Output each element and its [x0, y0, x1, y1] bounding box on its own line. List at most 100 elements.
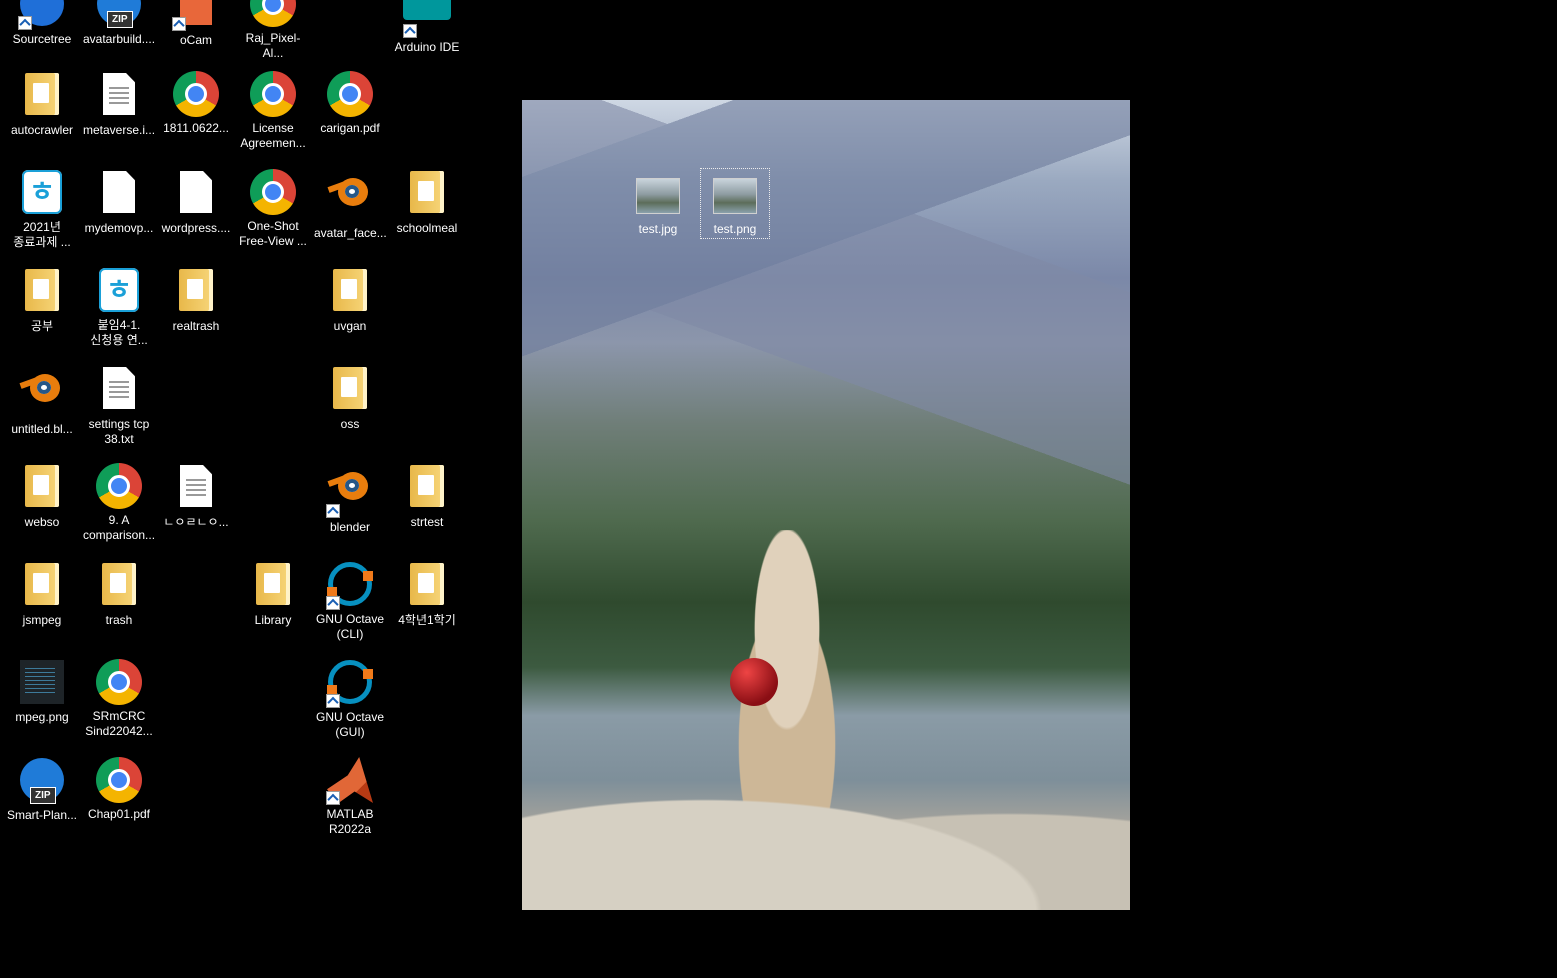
- icon-label: 2021년 종료과제 ...: [13, 220, 71, 249]
- icon-label: blender: [329, 520, 371, 534]
- document-icon: [95, 73, 143, 121]
- folder-icon: [18, 73, 66, 121]
- blender-shortcut[interactable]: blender: [313, 462, 387, 535]
- zip-icon: ZIP: [95, 0, 143, 30]
- icon-label: MATLAB R2022a: [326, 807, 374, 836]
- folder-icon: [18, 269, 66, 317]
- octave-gui-shortcut[interactable]: GNU Octave (GUI): [313, 658, 387, 740]
- arduino-icon: [403, 0, 451, 38]
- avatar-face-blend[interactable]: avatar_face...: [313, 168, 387, 241]
- wallpaper-image: [522, 100, 1130, 910]
- icon-label: Library: [254, 613, 292, 627]
- strtest-folder[interactable]: strtest: [390, 462, 464, 530]
- semester-folder[interactable]: 4학년1학기: [390, 560, 464, 628]
- icon-label: Chap01.pdf: [87, 807, 151, 821]
- jsmpeg-folder[interactable]: jsmpeg: [5, 560, 79, 628]
- icon-label: oss: [340, 417, 360, 431]
- mpeg-png-file[interactable]: mpeg.png: [5, 658, 79, 725]
- realtrash-folder[interactable]: realtrash: [159, 266, 233, 334]
- license-agreement-pdf[interactable]: License Agreemen...: [236, 70, 310, 151]
- folder-icon: [172, 269, 220, 317]
- icon-label: 공부: [30, 319, 54, 333]
- folder-icon: [403, 171, 451, 219]
- chrome-icon: [95, 757, 143, 805]
- icon-label: mydemovp...: [84, 221, 154, 235]
- chap01-pdf[interactable]: Chap01.pdf: [82, 756, 156, 822]
- hwp-attach-file[interactable]: ㅎ 붙임4-1. 신청용 연...: [82, 266, 156, 348]
- document-icon: [172, 171, 220, 219]
- icon-label: carigan.pdf: [320, 121, 380, 135]
- arduino-ide-shortcut[interactable]: Arduino IDE: [390, 0, 464, 55]
- icon-label: 9. A comparison...: [83, 513, 156, 542]
- settings-tcp-file[interactable]: settings tcp 38.txt: [82, 364, 156, 447]
- folder-icon: [326, 367, 374, 415]
- text-file-icon: [95, 367, 143, 415]
- icon-label: realtrash: [172, 319, 220, 333]
- korean-txt-file[interactable]: ㄴㅇㄹㄴㅇ...: [159, 462, 233, 530]
- test-png-file[interactable]: test.png: [700, 168, 770, 239]
- wordpress-file[interactable]: wordpress....: [159, 168, 233, 236]
- octave-icon: [326, 660, 374, 708]
- folder-icon: [403, 563, 451, 611]
- icon-label: schoolmeal: [396, 221, 458, 235]
- raj-pixel-pdf[interactable]: Raj_Pixel-Al...: [236, 0, 310, 61]
- octave-cli-shortcut[interactable]: GNU Octave (CLI): [313, 560, 387, 642]
- folder-icon: [403, 465, 451, 513]
- hwp-icon: ㅎ: [95, 268, 143, 316]
- mountain-background: [522, 100, 1130, 520]
- icon-label: GNU Octave (CLI): [315, 612, 384, 641]
- icon-label: avatarbuild....: [83, 32, 156, 46]
- folder-icon: [18, 465, 66, 513]
- icon-label: metaverse.i...: [83, 123, 156, 137]
- untitled-blend-file[interactable]: untitled.bl...: [5, 364, 79, 437]
- icon-label: Arduino IDE: [394, 40, 460, 54]
- blender-icon: [18, 372, 66, 420]
- icon-label: strtest: [410, 515, 444, 529]
- icon-label: 1811.0622...: [163, 121, 229, 135]
- rock-foreground: [522, 770, 1130, 910]
- icon-label: autocrawler: [10, 123, 74, 137]
- document-icon: [95, 171, 143, 219]
- folder-icon: [95, 563, 143, 611]
- icon-label: GNU Octave (GUI): [315, 710, 384, 739]
- icon-label: ㄴㅇㄹㄴㅇ...: [163, 515, 229, 529]
- ocam-shortcut[interactable]: oCam: [159, 0, 233, 48]
- library-folder[interactable]: Library: [236, 560, 310, 628]
- mydemovp-file[interactable]: mydemovp...: [82, 168, 156, 236]
- one-shot-pdf[interactable]: One-Shot Free-View ...: [236, 168, 310, 249]
- comparison-pdf[interactable]: 9. A comparison...: [82, 462, 156, 543]
- srmcrc-pdf[interactable]: SRmCRC Sind22042...: [82, 658, 156, 739]
- oss-folder[interactable]: oss: [313, 364, 387, 432]
- icon-label: jsmpeg: [22, 613, 62, 627]
- test-jpg-file[interactable]: test.jpg: [625, 170, 691, 237]
- autocrawler-folder[interactable]: autocrawler: [5, 70, 79, 138]
- folder-icon: [326, 269, 374, 317]
- image-thumbnail-icon: [702, 178, 768, 214]
- blender-icon: [326, 176, 374, 224]
- icon-label: One-Shot Free-View ...: [239, 219, 307, 248]
- sourcetree-shortcut[interactable]: Sourcetree: [5, 0, 79, 47]
- icon-label: test.jpg: [638, 222, 678, 236]
- uvgan-folder[interactable]: uvgan: [313, 266, 387, 334]
- icon-label: test.png: [713, 222, 757, 236]
- hwp-2021-file[interactable]: ㅎ 2021년 종료과제 ...: [5, 168, 79, 250]
- octave-icon: [326, 562, 374, 610]
- gongbu-folder[interactable]: 공부: [5, 266, 79, 334]
- cherry-figure: [730, 658, 778, 706]
- smart-plan-zip[interactable]: ZIP Smart-Plan...: [5, 756, 79, 823]
- sourcetree-icon: [18, 0, 66, 30]
- ocam-icon: [172, 0, 220, 31]
- icon-label: untitled.bl...: [11, 422, 73, 436]
- icon-label: mpeg.png: [15, 710, 69, 724]
- metaverse-file[interactable]: metaverse.i...: [82, 70, 156, 138]
- matlab-shortcut[interactable]: MATLAB R2022a: [313, 756, 387, 837]
- icon-label: 붙임4-1. 신청용 연...: [90, 318, 148, 347]
- avatarbuild-zip[interactable]: ZIP avatarbuild....: [82, 0, 156, 47]
- schoolmeal-folder[interactable]: schoolmeal: [390, 168, 464, 236]
- icon-label: avatar_face...: [314, 226, 387, 240]
- webso-folder[interactable]: webso: [5, 462, 79, 530]
- trash-folder[interactable]: trash: [82, 560, 156, 628]
- pdf-1811[interactable]: 1811.0622...: [159, 70, 233, 136]
- chrome-icon: [172, 71, 220, 119]
- carigan-pdf[interactable]: carigan.pdf: [313, 70, 387, 136]
